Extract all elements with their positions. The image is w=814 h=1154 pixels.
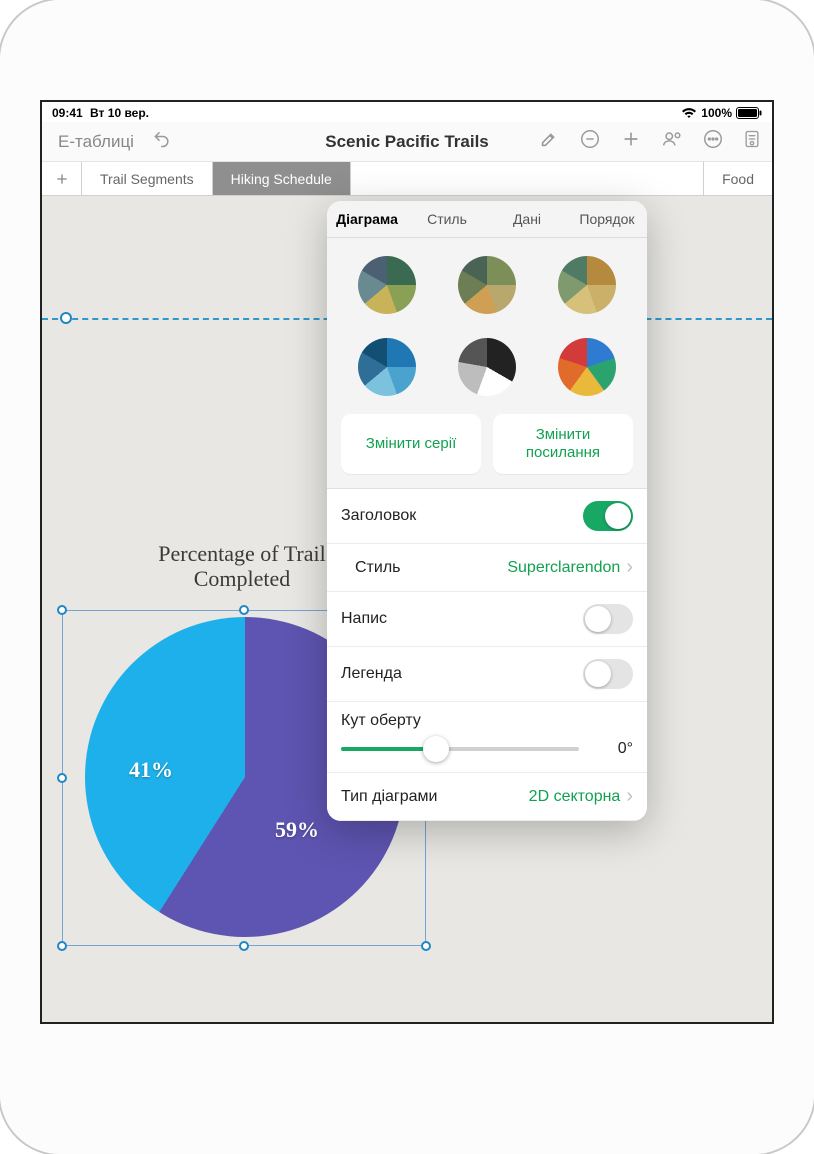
chevron-right-icon: › <box>626 785 633 808</box>
resize-handle[interactable] <box>57 773 67 783</box>
chart-style-swatches <box>327 238 647 414</box>
undo-button[interactable] <box>146 125 178 158</box>
chart-style-3[interactable] <box>558 256 616 314</box>
add-sheet-button[interactable] <box>42 162 82 195</box>
resize-handle[interactable] <box>57 941 67 951</box>
chart-title[interactable]: Percentage of Trail Completed <box>142 541 342 592</box>
format-brush-icon[interactable] <box>538 128 560 155</box>
chart-style-6[interactable] <box>558 338 616 396</box>
popover-tab-arrange[interactable]: Порядок <box>567 201 647 237</box>
popover-tab-data[interactable]: Дані <box>487 201 567 237</box>
sheet-tab-0[interactable]: Trail Segments <box>82 162 213 195</box>
sheet-spacer <box>351 162 704 195</box>
popover-tab-style[interactable]: Стиль <box>407 201 487 237</box>
back-button[interactable]: Е-таблиці <box>52 128 140 156</box>
preview-icon[interactable] <box>742 128 762 155</box>
document-title-text: Scenic Pacific Trails <box>325 132 488 152</box>
row-title-style[interactable]: Стиль Superclarendon › <box>327 544 647 592</box>
title-label: Заголовок <box>341 507 416 525</box>
chevron-right-icon: › <box>626 556 633 579</box>
caption-toggle[interactable] <box>583 604 633 634</box>
row-caption-toggle: Напис <box>327 592 647 647</box>
rotation-slider[interactable] <box>341 747 579 751</box>
status-battery-pct: 100% <box>701 106 732 120</box>
document-title: Scenic Pacific Trails <box>325 132 488 152</box>
slice-label-0: 59% <box>275 817 319 843</box>
collaborate-icon[interactable] <box>660 128 684 155</box>
chart-style-5[interactable] <box>458 338 516 396</box>
chart-style-1[interactable] <box>358 256 416 314</box>
rotation-value: 0° <box>593 740 633 758</box>
resize-handle[interactable] <box>57 605 67 615</box>
format-popover: Діаграма Стиль Дані Порядок Змінити сері… <box>327 201 647 821</box>
screen: 09:41 Вт 10 вер. 100% Е-таблиці Scenic P… <box>40 100 774 1024</box>
chart-type-value: 2D секторна <box>529 788 621 806</box>
caption-label: Напис <box>341 610 387 628</box>
edit-series-button[interactable]: Змінити серії <box>341 414 481 474</box>
slice-label-1: 41% <box>129 757 173 783</box>
status-date: Вт 10 вер. <box>90 106 149 120</box>
legend-label: Легенда <box>341 665 402 683</box>
resize-handle[interactable] <box>239 605 249 615</box>
status-bar: 09:41 Вт 10 вер. 100% <box>42 102 772 122</box>
sheet-tab-1[interactable]: Hiking Schedule <box>213 162 351 195</box>
chart-style-4[interactable] <box>358 338 416 396</box>
style-label: Стиль <box>355 559 401 577</box>
popover-tabs: Діаграма Стиль Дані Порядок <box>327 201 647 238</box>
canvas[interactable]: Percentage of Trail Completed 59% 41% Ді… <box>42 196 772 1022</box>
resize-handle[interactable] <box>421 941 431 951</box>
sheet-tab-2[interactable]: Food <box>704 162 772 195</box>
row-chart-type[interactable]: Тип діаграми 2D секторна › <box>327 773 647 821</box>
sheet-tabs: Trail Segments Hiking Schedule Food <box>42 162 772 196</box>
chart-type-label: Тип діаграми <box>341 788 437 806</box>
style-value: Superclarendon <box>507 559 620 577</box>
wifi-icon <box>681 107 697 119</box>
status-time: 09:41 <box>52 106 83 120</box>
keyboard-icon[interactable] <box>578 128 602 155</box>
more-icon[interactable] <box>702 128 724 155</box>
row-title-toggle: Заголовок <box>327 489 647 544</box>
insert-icon[interactable] <box>620 128 642 155</box>
resize-handle[interactable] <box>239 941 249 951</box>
row-rotation: Кут оберту 0° <box>327 702 647 773</box>
legend-toggle[interactable] <box>583 659 633 689</box>
chart-style-2[interactable] <box>458 256 516 314</box>
popover-tab-chart[interactable]: Діаграма <box>327 201 407 237</box>
alignment-guide-handle[interactable] <box>60 312 72 324</box>
toolbar: Е-таблиці Scenic Pacific Trails <box>42 122 772 162</box>
row-legend-toggle: Легенда <box>327 647 647 702</box>
edit-references-button[interactable]: Змінити посилання <box>493 414 633 474</box>
title-toggle[interactable] <box>583 501 633 531</box>
rotation-label: Кут оберту <box>341 712 421 729</box>
battery-icon <box>736 107 762 119</box>
